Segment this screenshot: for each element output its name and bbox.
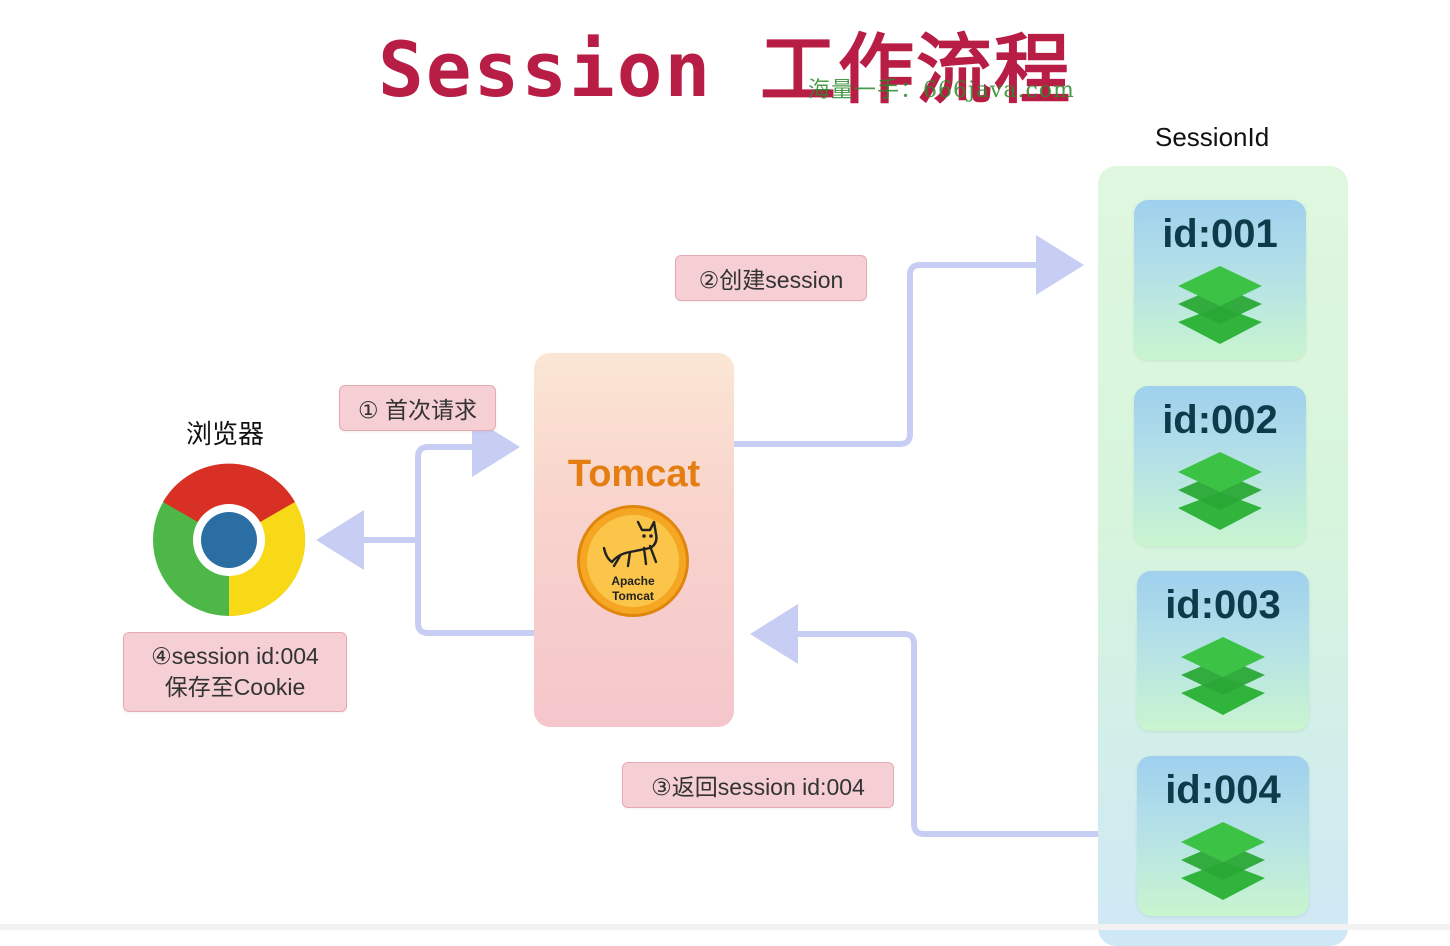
session-card-004: id:004 <box>1137 756 1309 916</box>
browser-label: 浏览器 <box>186 419 265 449</box>
session-card-002: id:002 <box>1134 386 1306 546</box>
session-card-001: id:001 <box>1134 200 1306 360</box>
session-id-text: id:003 <box>1165 583 1281 627</box>
session-id-text: id:001 <box>1162 212 1278 256</box>
tomcat-title: Tomcat <box>567 453 701 495</box>
chrome-browser-icon <box>153 463 306 617</box>
layers-stack-icon <box>1181 637 1265 715</box>
logo-text-tomcat: Tomcat <box>612 589 654 603</box>
create-session-tag: ②创建session <box>675 255 867 301</box>
layers-stack-icon <box>1178 452 1262 530</box>
bottom-divider <box>0 924 1450 930</box>
tomcat-cat-icon <box>602 520 658 568</box>
save-cookie-tag: ④session id:004 保存至Cookie <box>123 632 347 712</box>
layers-stack-icon <box>1178 266 1262 344</box>
apache-tomcat-logo-icon: Apache Tomcat <box>577 505 689 617</box>
session-card-003: id:003 <box>1137 571 1309 731</box>
layers-stack-icon <box>1181 822 1265 900</box>
first-request-tag: ① 首次请求 <box>339 385 496 431</box>
tomcat-server-box: Tomcat Apache Tomcat <box>534 353 734 727</box>
logo-text-apache: Apache <box>611 574 655 588</box>
arrow-first-request <box>415 417 534 636</box>
session-id-text: id:004 <box>1165 768 1281 812</box>
save-cookie-line2: 保存至Cookie <box>164 674 306 700</box>
save-cookie-line1: ④session id:004 <box>151 643 319 669</box>
session-id-header: SessionId <box>1155 122 1270 152</box>
session-id-text: id:002 <box>1162 398 1278 442</box>
return-session-tag: ③返回session id:004 <box>622 762 894 808</box>
